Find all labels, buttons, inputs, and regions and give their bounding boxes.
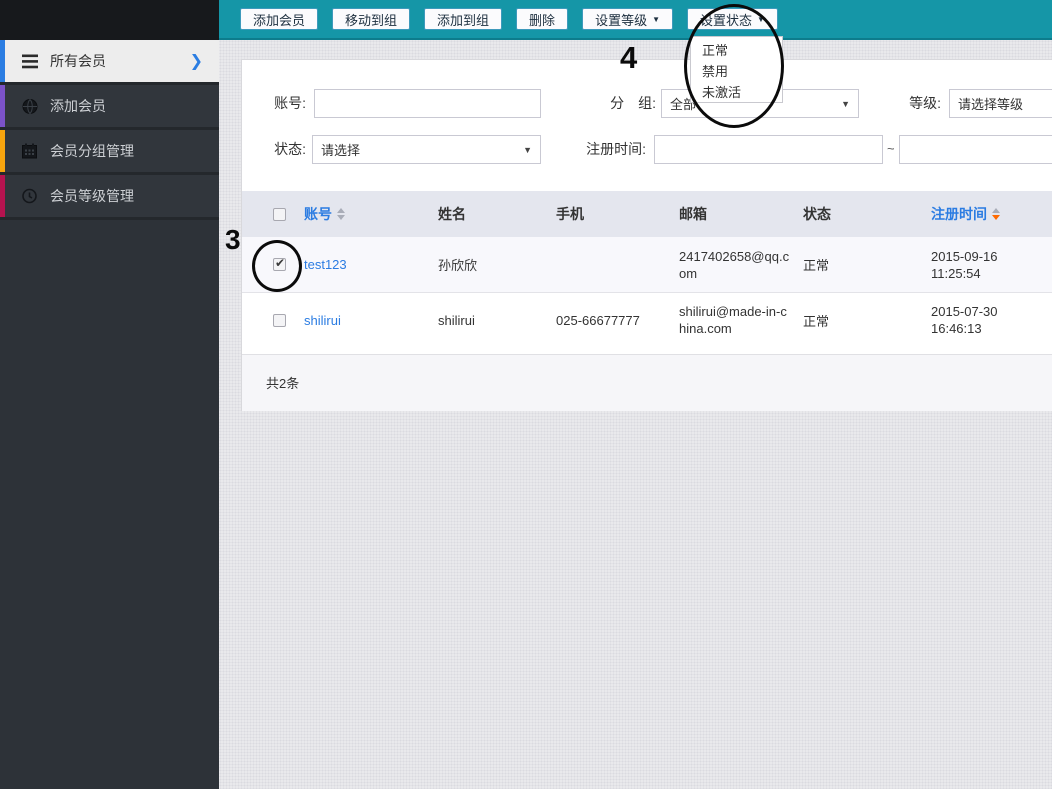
cell-name: 孙欣欣 <box>438 258 478 273</box>
group-filter-label: 分 组: <box>610 95 656 111</box>
color-bar <box>0 175 5 217</box>
row-checkbox-cell <box>242 256 304 271</box>
button-label: 添加到组 <box>437 12 490 28</box>
header-regtime: 注册时间 <box>931 204 1052 224</box>
cell-status: 正常 <box>803 258 830 273</box>
caret-down-icon: ▼ <box>841 98 850 109</box>
level-filter-select[interactable]: 请选择等级 <box>949 89 1052 118</box>
cell-account: test123 <box>304 257 438 272</box>
regtime-start-input[interactable] <box>654 135 883 164</box>
set-status-dropdown-menu: 正常 禁用 未激活 <box>690 36 783 103</box>
annotation-step-3: 3 <box>225 224 241 255</box>
cell-status: 正常 <box>803 313 830 329</box>
selected-value: 请选择 <box>321 143 361 158</box>
cell-regtime: 2015-09-16 11:25:54 <box>931 248 1052 282</box>
menu-icon <box>21 53 38 70</box>
content-area: 账号: 分 组: 全部 ▼ 等级: 请选择等级 状态: 请选择 ▼ 注册时间: … <box>219 40 1052 789</box>
cell-regtime: 2015-07-30 16:46:13 <box>931 303 1052 337</box>
regtime-time: 16:46:13 <box>931 321 982 336</box>
member-list-panel: 账号: 分 组: 全部 ▼ 等级: 请选择等级 状态: 请选择 ▼ 注册时间: … <box>241 59 1052 411</box>
row-checkbox[interactable] <box>273 256 286 271</box>
move-to-group-button[interactable]: 移动到组 <box>332 8 411 30</box>
header-email: 邮箱 <box>679 206 707 222</box>
sidebar-item-label: 所有会员 <box>50 53 106 69</box>
email-text: shilirui@made-in-china.com <box>679 304 787 336</box>
regtime-date: 2015-07-30 <box>931 304 998 319</box>
status-filter-select[interactable]: 请选择 ▼ <box>312 135 541 164</box>
row-checkbox-cell <box>242 313 304 327</box>
account-link[interactable]: test123 <box>304 257 347 272</box>
cell-email: 2417402658@qq.com <box>679 248 803 282</box>
range-separator: ~ <box>887 141 895 156</box>
column-label: 注册时间 <box>931 206 987 222</box>
header-name: 姓名 <box>438 206 466 222</box>
dropdown-item-inactive[interactable]: 未激活 <box>691 82 782 103</box>
regtime-time: 11:25:54 <box>931 265 981 281</box>
column-label: 账号 <box>304 206 332 222</box>
cell-email: shilirui@made-in-china.com <box>679 303 803 337</box>
delete-button[interactable]: 删除 <box>516 8 569 30</box>
globe-icon <box>21 98 38 115</box>
set-status-button[interactable]: 设置状态 ▼ <box>687 8 778 30</box>
calendar-icon <box>21 143 38 160</box>
dropdown-item-normal[interactable]: 正常 <box>691 40 782 61</box>
account-filter-label: 账号: <box>274 95 306 111</box>
sidebar-item-member-levels[interactable]: 会员等级管理 <box>0 175 219 220</box>
sidebar-item-label: 会员等级管理 <box>50 188 134 204</box>
email-text: 2417402658@qq.com <box>679 248 790 281</box>
level-filter-label: 等级: <box>909 95 941 111</box>
table-row: test123 孙欣欣 2417402658@qq.com 正常 2015-09… <box>242 237 1052 292</box>
dropdown-item-disabled[interactable]: 禁用 <box>691 61 782 82</box>
table-footer: 共2条 <box>242 354 1052 411</box>
caret-down-icon: ▼ <box>652 14 660 24</box>
account-filter-input[interactable] <box>314 89 541 118</box>
sidebar-item-label: 添加会员 <box>50 98 106 114</box>
regtime-date: 2015-09-16 <box>931 248 998 264</box>
sort-icon <box>337 208 345 220</box>
header-checkbox-cell <box>242 207 304 221</box>
header-phone: 手机 <box>556 206 584 222</box>
level-icon <box>21 188 38 205</box>
total-count: 共2条 <box>266 376 300 391</box>
cell-phone: 025-66677777 <box>556 312 640 328</box>
selected-value: 请选择等级 <box>958 97 1024 112</box>
select-all-checkbox[interactable] <box>273 207 286 221</box>
caret-down-icon: ▼ <box>757 14 765 24</box>
status-filter-label: 状态: <box>274 141 306 157</box>
sidebar-header <box>0 0 219 40</box>
annotation-step-4: 4 <box>620 40 638 75</box>
header-status: 状态 <box>803 206 831 222</box>
sidebar-item-add-member[interactable]: 添加会员 <box>0 85 219 130</box>
sidebar: 所有会员 ❯ 添加会员 会员分组管理 会员等级管理 <box>0 0 219 789</box>
cell-name: shilirui <box>438 312 475 328</box>
cell-account: shilirui <box>304 313 438 328</box>
table-header-row: 账号 姓名 手机 邮箱 状态 注册时间 <box>242 191 1052 237</box>
button-label: 设置状态 <box>700 12 753 28</box>
sidebar-item-all-members[interactable]: 所有会员 ❯ <box>0 40 219 85</box>
regtime-end-input[interactable] <box>899 135 1052 164</box>
button-label: 删除 <box>529 12 556 28</box>
header-account: 账号 <box>304 204 438 224</box>
chevron-right-icon: ❯ <box>189 53 203 70</box>
sort-by-regtime[interactable]: 注册时间 <box>931 204 1052 224</box>
set-level-button[interactable]: 设置等级 ▼ <box>582 8 673 30</box>
add-member-button[interactable]: 添加会员 <box>240 8 319 30</box>
sort-by-account[interactable]: 账号 <box>304 204 438 224</box>
active-indicator-bar <box>0 40 5 82</box>
button-label: 移动到组 <box>345 12 398 28</box>
toolbar: 添加会员 移动到组 添加到组 删除 设置等级 ▼ 设置状态 ▼ <box>219 0 1052 40</box>
table-row: shilirui shilirui 025-66677777 shilirui@… <box>242 292 1052 347</box>
account-link[interactable]: shilirui <box>304 313 341 328</box>
caret-down-icon: ▼ <box>523 144 532 155</box>
regtime-filter-label: 注册时间: <box>586 141 646 157</box>
button-label: 添加会员 <box>253 12 306 28</box>
row-checkbox[interactable] <box>273 313 286 327</box>
sort-desc-icon <box>992 208 1000 220</box>
color-bar <box>0 85 5 127</box>
sidebar-item-member-groups[interactable]: 会员分组管理 <box>0 130 219 175</box>
color-bar <box>0 130 5 172</box>
button-label: 设置等级 <box>595 12 648 28</box>
sidebar-item-label: 会员分组管理 <box>50 143 134 159</box>
add-to-group-button[interactable]: 添加到组 <box>424 8 503 30</box>
